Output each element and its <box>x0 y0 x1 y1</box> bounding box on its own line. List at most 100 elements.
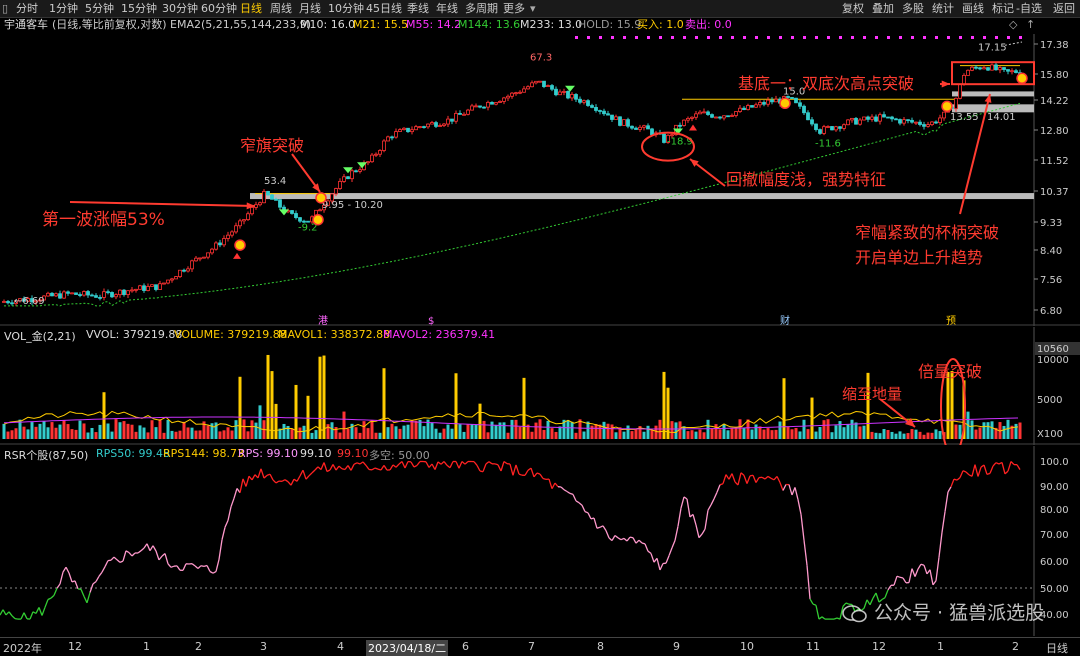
candle-body <box>591 106 594 108</box>
volume-bar <box>3 424 6 439</box>
candle-body <box>347 177 350 179</box>
rsr-line-segment <box>282 480 285 482</box>
period-tab-15min[interactable]: 15分钟 <box>121 1 157 16</box>
volume-bar <box>715 424 718 439</box>
rsr-line-segment <box>93 582 96 584</box>
up-arrow-icon <box>233 253 241 259</box>
volume-bar <box>703 432 706 439</box>
period-tab-45day[interactable]: 45日线 <box>366 1 402 16</box>
candle-body <box>423 127 426 128</box>
fuquan-button[interactable]: 复权 <box>842 1 864 16</box>
candle-body <box>511 93 514 96</box>
rsr-line-segment <box>537 473 540 474</box>
expand-icon[interactable]: ▯ <box>2 1 8 16</box>
back-button[interactable]: 返回 <box>1053 1 1075 16</box>
rsr-line-segment <box>438 462 441 464</box>
rsr-line-segment <box>1005 471 1008 474</box>
up-arrow-icon[interactable]: ↑ <box>1026 17 1035 33</box>
rsr-line-segment <box>951 479 954 487</box>
candlestick-chart[interactable]: 17.3815.8014.2212.8011.5210.379.338.407.… <box>0 34 1080 326</box>
diamond-icon[interactable]: ◇ <box>1009 17 1017 33</box>
signal-dot <box>647 36 650 39</box>
rsr-line-segment <box>1017 465 1020 470</box>
candle-body <box>203 257 206 258</box>
date-tick: 11 <box>806 640 820 653</box>
candle-body <box>495 102 498 104</box>
multi-stock-button[interactable]: 多股 <box>902 1 924 16</box>
candle-body <box>1007 70 1010 72</box>
signal-dot <box>791 36 794 39</box>
volume-bar <box>235 420 238 439</box>
period-tab-yearly[interactable]: 年线 <box>436 1 458 16</box>
period-tab-60min[interactable]: 60分钟 <box>201 1 237 16</box>
candle-body <box>555 89 558 95</box>
period-tab-10min[interactable]: 10分钟 <box>328 1 364 16</box>
volume-bar <box>827 419 830 439</box>
candle-body <box>395 132 398 138</box>
candle-body <box>703 112 706 113</box>
signal-dot <box>659 36 662 39</box>
add-favorite-button[interactable]: -自选 <box>1016 1 1042 16</box>
stats-button[interactable]: 统计 <box>932 1 954 16</box>
marker-cai: 财 <box>780 314 790 326</box>
rsr-line-segment <box>258 469 261 478</box>
candle-body <box>439 126 442 127</box>
period-tab-weekly[interactable]: 周线 <box>270 1 292 16</box>
volume-bar <box>467 425 470 439</box>
rsr-line-segment <box>183 564 186 571</box>
candle-body <box>983 68 986 69</box>
more-chevron-icon[interactable]: ▾ <box>530 1 536 16</box>
candle-body <box>463 114 466 115</box>
rsr-line-segment <box>354 463 357 465</box>
candle-body <box>891 117 894 119</box>
chart-mode: (日线,等比前复权,对数) <box>52 17 167 33</box>
draw-line-button[interactable]: 画线 <box>962 1 984 16</box>
candle-body <box>431 123 434 125</box>
volume-bar <box>599 425 602 439</box>
candle-body <box>239 221 242 226</box>
volume-bar <box>903 434 906 439</box>
rsr-line-segment <box>930 570 933 585</box>
overlay-button[interactable]: 叠加 <box>872 1 894 16</box>
rsr-line-segment <box>594 518 597 528</box>
volume-bar <box>631 431 634 439</box>
candle-body <box>191 261 194 269</box>
rsr-line-segment <box>321 463 324 470</box>
volume-bar <box>199 430 202 439</box>
period-tab-30min[interactable]: 30分钟 <box>162 1 198 16</box>
volume-bar <box>251 420 254 439</box>
volume-bar <box>367 428 370 439</box>
rsr-line-segment <box>336 466 339 470</box>
candle-body <box>959 84 962 98</box>
rsr-line-segment <box>24 613 27 619</box>
rsr-line-segment <box>87 593 90 603</box>
volume-bar <box>595 424 598 439</box>
period-tab-1min[interactable]: 1分钟 <box>49 1 78 16</box>
period-tab-monthly[interactable]: 月线 <box>299 1 321 16</box>
signal-dot <box>671 36 674 39</box>
rsr-line-segment <box>297 476 300 481</box>
rsr-line-segment <box>585 512 588 513</box>
period-tab-5min[interactable]: 5分钟 <box>85 1 114 16</box>
period-tab-quarterly[interactable]: 季线 <box>407 1 429 16</box>
candle-body <box>835 127 838 130</box>
rsr-line-segment <box>192 564 195 566</box>
rsr-line-segment <box>375 468 378 469</box>
annotation-first-wave: 第一波涨幅53% <box>42 205 165 230</box>
mark-button[interactable]: 标记 <box>992 1 1014 16</box>
candle-body <box>415 127 418 130</box>
candle-body <box>355 171 358 172</box>
period-tab-fenshi[interactable]: 分时 <box>16 1 38 16</box>
period-tab-multi[interactable]: 多周期 <box>465 1 498 16</box>
volume-bar <box>499 422 502 439</box>
marker-gang: 港 <box>318 315 328 326</box>
volume-bar <box>231 431 234 439</box>
rsr-line-segment <box>714 492 717 499</box>
candle-body <box>195 258 198 261</box>
volume-bar <box>491 422 494 439</box>
volume-chart[interactable]: 10560100005000X100 <box>0 327 1080 445</box>
volume-bar <box>711 428 714 439</box>
period-tab-more[interactable]: 更多 <box>503 1 525 16</box>
period-tab-daily[interactable]: 日线 <box>240 1 262 16</box>
rsr-line-segment <box>804 540 807 565</box>
